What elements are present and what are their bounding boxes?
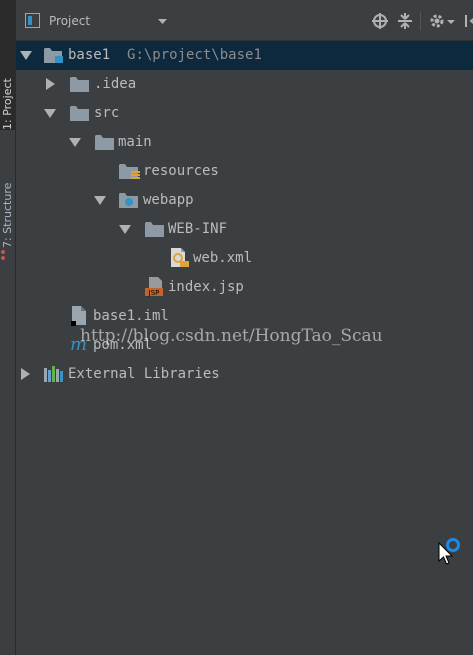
busy-cursor-icon [438,538,460,565]
watermark-text: http://blog.csdn.net/HongTao_Scau [80,326,383,346]
folder-icon [145,222,164,237]
tree-node-resources[interactable]: resources [16,157,473,186]
collapsed-arrow-icon[interactable] [21,368,30,380]
folder-icon [95,135,114,150]
expanded-arrow-icon[interactable] [94,196,106,206]
module-folder-icon [44,48,63,63]
tree-node-label: web.xml [193,250,253,266]
locate-icon[interactable] [371,12,389,30]
tree-node-label: resources [143,163,219,179]
expanded-arrow-icon[interactable] [69,138,81,148]
hide-icon[interactable] [463,12,473,30]
expanded-arrow-icon[interactable] [20,51,32,61]
chevron-down-icon[interactable] [158,19,167,25]
tree-node-path: G:\project\base1 [127,47,262,63]
tree-node-label: External Libraries [68,366,220,382]
tree-node-label: .idea [94,76,137,92]
tree-node-label: base1 [68,47,111,63]
tree-node-label: WEB-INF [168,221,228,237]
collapse-all-icon[interactable] [396,12,414,30]
web-xml-file-icon [171,248,189,267]
project-toolbar: Project [16,0,473,41]
structure-icon [1,250,5,260]
tool-window-strip: 1: Project 7: Structure [0,0,16,655]
jsp-file-icon: JSP [145,277,163,297]
chevron-down-icon[interactable] [446,12,456,30]
tree-node-base1[interactable]: base1 G:\project\base1 [16,41,473,70]
folder-icon [70,106,89,121]
tree-node-label: webapp [143,192,194,208]
structure-tool-tab[interactable]: 7: Structure [0,150,15,248]
tree-node-idea[interactable]: .idea [16,70,473,99]
tree-node-label: index.jsp [168,279,244,295]
view-selector-label[interactable]: Project [49,14,90,28]
tree-node-main[interactable]: main [16,128,473,157]
toolbar-divider [420,12,421,30]
expanded-arrow-icon[interactable] [44,109,56,119]
tree-node-label: main [118,134,152,150]
tree-node-index-jsp[interactable]: JSP index.jsp [16,273,473,302]
tree-node-external-libraries[interactable]: External Libraries [16,360,473,389]
expanded-arrow-icon[interactable] [119,225,131,235]
tree-node-src[interactable]: src [16,99,473,128]
tree-node-label: src [94,105,120,121]
project-tool-tab[interactable]: 1: Project [0,0,15,130]
project-view-icon [25,13,40,28]
libraries-icon [44,366,63,382]
iml-file-icon [71,306,86,326]
svg-text:JSP: JSP [148,289,160,297]
web-folder-icon [119,193,138,208]
collapsed-arrow-icon[interactable] [46,78,55,90]
tree-node-webapp[interactable]: webapp [16,186,473,215]
tree-node-web-inf[interactable]: WEB-INF [16,215,473,244]
gear-icon[interactable] [428,12,446,30]
tree-node-web-xml[interactable]: web.xml [16,244,473,273]
project-tree: base1 G:\project\base1 .idea src main re… [16,40,473,655]
resources-folder-icon [119,164,140,179]
folder-icon [70,77,89,92]
